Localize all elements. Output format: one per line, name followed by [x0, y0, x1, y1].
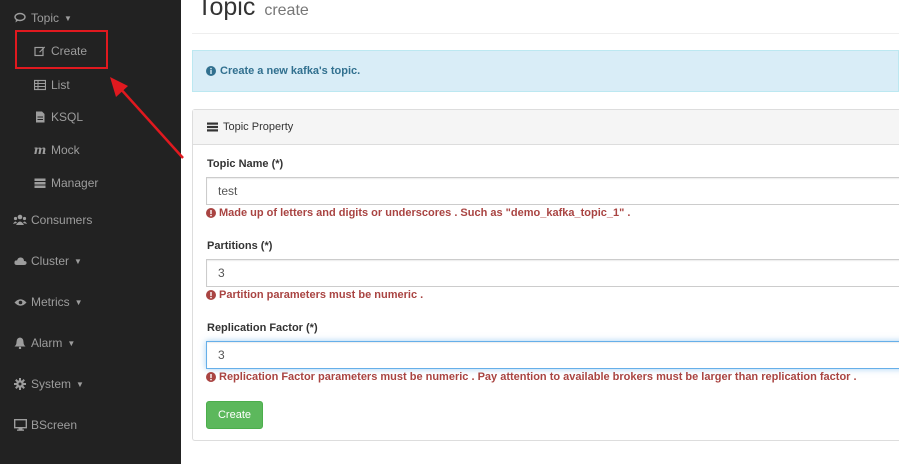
users-icon — [13, 213, 27, 227]
panel-heading-text: Topic Property — [223, 121, 294, 133]
create-button[interactable]: Create — [206, 401, 263, 429]
table-icon — [33, 78, 47, 92]
panel-heading: Topic Property — [193, 110, 899, 145]
eye-icon — [13, 295, 27, 309]
sidebar-item-label: Alarm — [31, 336, 63, 350]
cloud-icon — [13, 254, 27, 268]
title-divider — [192, 33, 899, 34]
sidebar-item-label: Consumers — [31, 213, 93, 227]
sidebar-item-label: Cluster — [31, 254, 70, 268]
tasks-icon — [207, 122, 218, 132]
page-title: Topic create — [197, 0, 309, 22]
sidebar-item-mock[interactable]: m Mock — [0, 135, 181, 165]
gear-icon — [13, 377, 27, 391]
sidebar-item-ksql[interactable]: KSQL — [0, 102, 181, 132]
bell-icon — [13, 336, 27, 350]
page-title-text: Topic — [197, 0, 256, 21]
replication-factor-label: Replication Factor (*) — [207, 322, 318, 334]
sidebar-item-system[interactable]: System ▼ — [0, 369, 181, 399]
sidebar-item-cluster[interactable]: Cluster ▼ — [0, 246, 181, 276]
sidebar-item-manager[interactable]: Manager — [0, 168, 181, 198]
sidebar-item-label: BScreen — [31, 418, 78, 432]
help-text: Replication Factor parameters must be nu… — [219, 371, 857, 383]
exclamation-circle-icon — [206, 208, 216, 218]
sidebar-item-metrics[interactable]: Metrics ▼ — [0, 287, 181, 317]
sidebar-item-label: System — [31, 377, 72, 391]
sidebar-item-bscreen[interactable]: BScreen — [0, 410, 181, 440]
replication-factor-input[interactable] — [206, 341, 899, 369]
caret-down-icon: ▼ — [74, 297, 83, 307]
sidebar-item-label: KSQL — [51, 110, 84, 124]
info-alert: Create a new kafka's topic. — [192, 50, 899, 92]
exclamation-circle-icon — [206, 290, 216, 300]
topic-name-help: Made up of letters and digits or undersc… — [206, 207, 630, 219]
partitions-help: Partition parameters must be numeric . — [206, 289, 423, 301]
partitions-input[interactable] — [206, 259, 899, 287]
comment-search-icon — [13, 11, 27, 25]
file-icon — [33, 110, 47, 124]
sidebar-item-label: Create — [51, 44, 88, 58]
sidebar-item-list[interactable]: List — [0, 70, 181, 100]
help-text: Partition parameters must be numeric . — [219, 289, 424, 301]
page-subtitle: create — [264, 2, 309, 19]
replication-factor-help: Replication Factor parameters must be nu… — [206, 371, 857, 383]
partitions-label: Partitions (*) — [207, 240, 273, 252]
topic-property-panel: Topic Property Topic Name (*) Made up of… — [192, 109, 899, 441]
sidebar-item-label: Topic — [31, 11, 60, 25]
main-content: Topic create Create a new kafka's topic.… — [181, 0, 899, 464]
alert-text: Create a new kafka's topic. — [220, 65, 361, 77]
sidebar-item-label: List — [51, 78, 70, 92]
caret-down-icon: ▼ — [74, 256, 82, 266]
tasks-icon — [33, 176, 47, 190]
math-m-icon: m — [33, 143, 47, 157]
sidebar-item-consumers[interactable]: Consumers — [0, 205, 181, 235]
caret-down-icon: ▼ — [64, 13, 72, 23]
sidebar-item-create[interactable]: Create — [0, 36, 181, 66]
sidebar-item-label: Mock — [51, 143, 80, 157]
sidebar-item-label: Manager — [51, 176, 99, 190]
sidebar: Topic ▼ Create List KSQL m Mock Manager … — [0, 0, 181, 464]
topic-name-label: Topic Name (*) — [207, 158, 284, 170]
topic-name-input[interactable] — [206, 177, 899, 205]
caret-down-icon: ▼ — [76, 379, 84, 389]
help-text: Made up of letters and digits or undersc… — [219, 207, 631, 219]
edit-icon — [33, 44, 47, 58]
info-circle-icon — [206, 66, 216, 76]
caret-down-icon: ▼ — [67, 338, 76, 348]
exclamation-circle-icon — [206, 372, 216, 382]
sidebar-item-label: Metrics — [31, 295, 70, 309]
desktop-icon — [13, 418, 27, 432]
sidebar-item-topic[interactable]: Topic ▼ — [0, 3, 181, 33]
sidebar-item-alarm[interactable]: Alarm ▼ — [0, 328, 181, 358]
